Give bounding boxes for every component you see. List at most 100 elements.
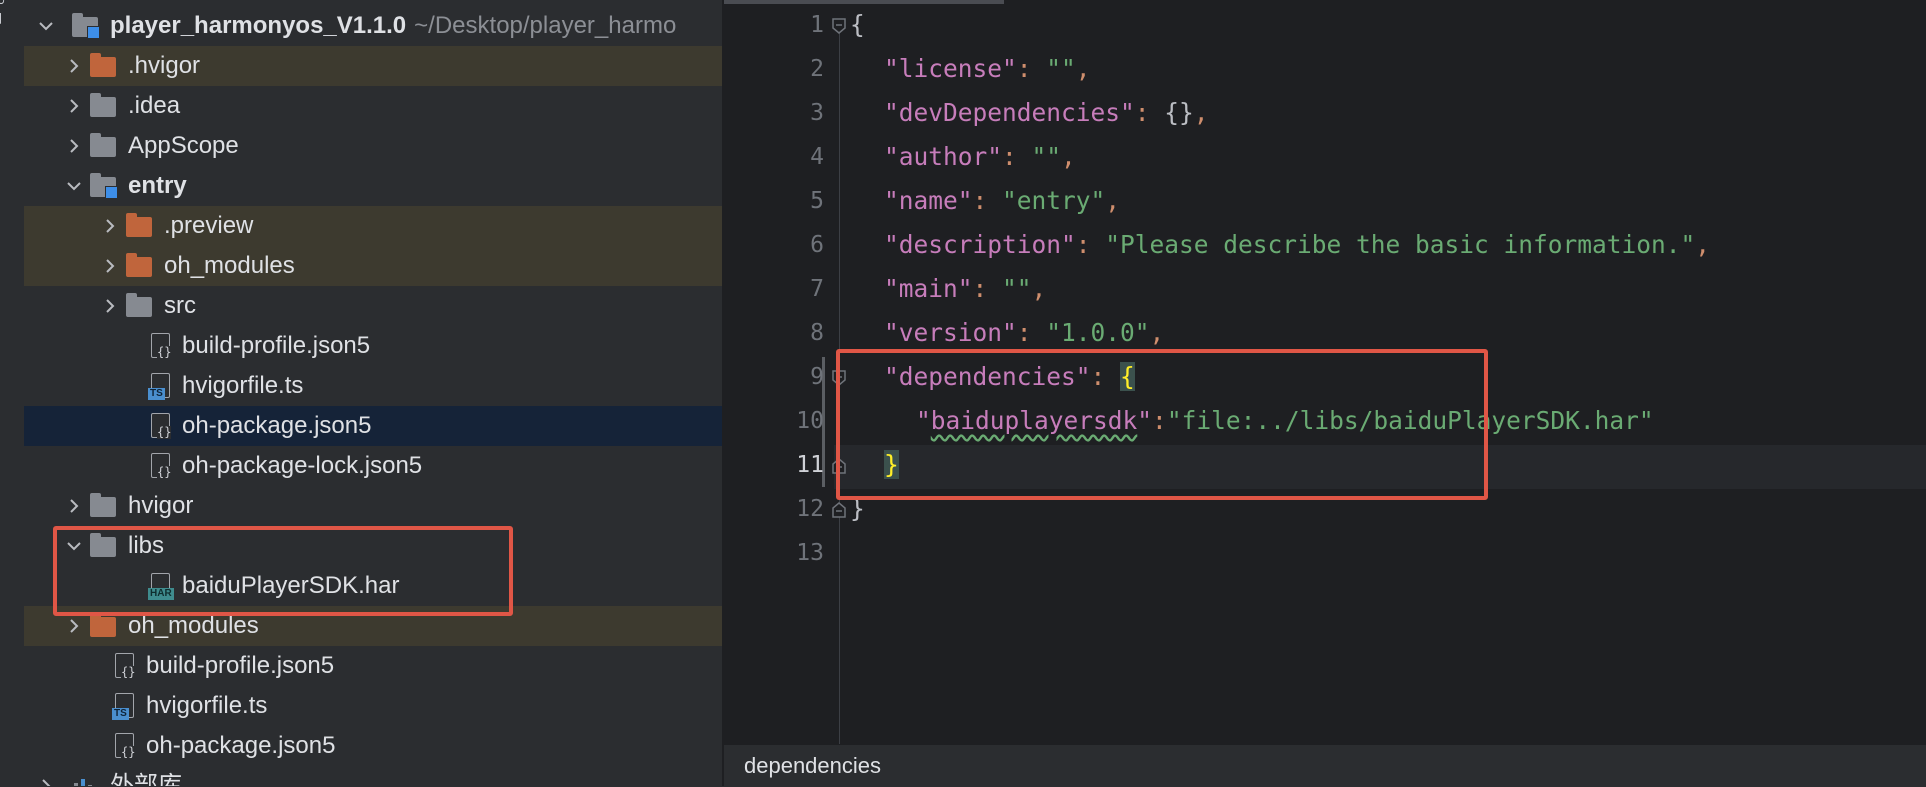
- tree-item-oh-modules[interactable]: oh_modules: [24, 606, 722, 646]
- line-number-gutter: 1 2 3 4 5 6 7 8 9 10 11 12 13: [724, 0, 824, 744]
- tree-item-label: AppScope: [128, 132, 239, 159]
- line-number: 8: [810, 320, 824, 346]
- line-number: 10: [796, 408, 824, 434]
- tree-item-entry-oh-modules[interactable]: oh_modules: [24, 246, 722, 286]
- tree-root[interactable]: player_harmonyos_V1.1.0 ~/Desktop/player_…: [24, 6, 722, 46]
- project-icon[interactable]: ▘: [0, 14, 8, 35]
- har-file-icon: HAR: [148, 573, 174, 600]
- tree-item-entry[interactable]: entry: [24, 166, 722, 206]
- project-path: ~/Desktop/player_harmo: [414, 12, 677, 39]
- tree-item-external-libraries[interactable]: 外部库: [24, 766, 722, 786]
- chevron-down-icon[interactable]: [60, 526, 88, 566]
- code-line-12: }: [850, 494, 865, 523]
- chevron-down-icon[interactable]: [60, 166, 88, 206]
- tree-item-src[interactable]: src: [24, 286, 722, 326]
- tree-item-preview[interactable]: .preview: [24, 206, 722, 246]
- code-line-2: "license": "",: [884, 54, 1091, 83]
- module-folder-icon: [90, 173, 118, 199]
- code-line-1: {: [850, 10, 865, 39]
- fold-end-icon[interactable]: [832, 458, 846, 474]
- json-file-icon: {}: [112, 733, 138, 759]
- line-number: 13: [796, 540, 824, 566]
- excluded-folder-icon: [126, 253, 152, 279]
- fold-collapse-icon[interactable]: [832, 370, 846, 386]
- fold-end-icon[interactable]: [832, 502, 846, 518]
- code-line-4: "author": "",: [884, 142, 1076, 171]
- tree-item-label: entry: [128, 172, 187, 199]
- code-line-9: "dependencies": {: [884, 362, 1135, 391]
- chevron-right-icon[interactable]: [60, 486, 88, 526]
- excluded-folder-icon: [126, 213, 152, 239]
- line-number: 6: [810, 232, 824, 258]
- json-file-icon: {}: [148, 413, 174, 439]
- typescript-file-icon: TS: [148, 373, 174, 400]
- dependency-name: baiduplayersdk: [930, 406, 1138, 435]
- tree-item-hvigorfile[interactable]: TS hvigorfile.ts: [24, 686, 722, 726]
- tree-item-entry-oh-package-lock[interactable]: {} oh-package-lock.json5: [24, 446, 722, 486]
- excluded-folder-icon: [90, 613, 116, 639]
- line-number: 5: [810, 188, 824, 214]
- tree-item-label: oh-package.json5: [146, 732, 336, 759]
- json-file-icon: {}: [112, 653, 138, 679]
- tree-item-idea[interactable]: .idea: [24, 86, 722, 126]
- line-number: 9: [810, 364, 824, 390]
- tree-item-label: hvigorfile.ts: [146, 692, 268, 719]
- json-file-icon: {}: [148, 453, 174, 479]
- tree-item-label: oh_modules: [128, 612, 259, 639]
- code-editor[interactable]: 1 2 3 4 5 6 7 8 9 10 11 12 13 { "license…: [724, 0, 1926, 744]
- code-line-11: }: [884, 450, 899, 479]
- line-number: 12: [796, 496, 824, 522]
- tree-item-label: oh_modules: [164, 252, 295, 279]
- fold-collapse-icon[interactable]: [832, 18, 846, 34]
- json-file-icon: {}: [148, 333, 174, 359]
- tree-item-label: oh-package-lock.json5: [182, 452, 423, 479]
- chevron-right-icon[interactable]: [96, 206, 124, 246]
- chevron-right-icon[interactable]: [60, 86, 88, 126]
- tree-item-baidu-player-sdk[interactable]: HAR baiduPlayerSDK.har: [24, 566, 722, 606]
- code-line-8: "version": "1.0.0",: [884, 318, 1165, 347]
- tree-item-appscope[interactable]: AppScope: [24, 126, 722, 166]
- tree-item-label: hvigor: [128, 492, 194, 519]
- line-number-current: 11: [796, 452, 824, 478]
- excluded-folder-icon: [90, 53, 116, 79]
- tree-item-label: hvigorfile.ts: [182, 372, 304, 399]
- tree-item-build-profile[interactable]: {} build-profile.json5: [24, 646, 722, 686]
- code-line-7: "main": "",: [884, 274, 1047, 303]
- tree-item-hvigor[interactable]: hvigor: [24, 486, 722, 526]
- chevron-right-icon[interactable]: [60, 606, 88, 646]
- module-folder-icon: [72, 13, 100, 39]
- project-tree: player_harmonyos_V1.1.0 ~/Desktop/player_…: [24, 0, 722, 786]
- chevron-right-icon[interactable]: [32, 766, 60, 786]
- tree-item-label: .idea: [128, 92, 181, 119]
- tool-window-strip: ⌕ ▘: [0, 0, 24, 786]
- folder-icon: [90, 133, 116, 159]
- folder-icon: [126, 293, 152, 319]
- code-line-10: "baiduplayersdk":"file:../libs/baiduPlay…: [916, 406, 1654, 435]
- chevron-down-icon[interactable]: [32, 6, 60, 46]
- line-number: 4: [810, 144, 824, 170]
- search-icon[interactable]: ⌕: [0, 0, 6, 11]
- chevron-right-icon[interactable]: [60, 126, 88, 166]
- tree-item-hvigor-cache[interactable]: .hvigor: [24, 46, 722, 86]
- tree-item-oh-package[interactable]: {} oh-package.json5: [24, 726, 722, 766]
- tree-item-label: src: [164, 292, 196, 319]
- library-icon: [72, 776, 98, 786]
- folder-icon: [90, 533, 116, 559]
- tree-item-entry-hvigorfile[interactable]: TS hvigorfile.ts: [24, 366, 722, 406]
- tree-item-entry-oh-package[interactable]: {} oh-package.json5: [24, 406, 722, 446]
- tree-item-label: baiduPlayerSDK.har: [182, 572, 400, 599]
- chevron-right-icon[interactable]: [96, 286, 124, 326]
- typescript-file-icon: TS: [112, 693, 138, 720]
- code-line-3: "devDependencies": {},: [884, 98, 1209, 127]
- tree-item-label: .preview: [164, 212, 254, 239]
- breadcrumb[interactable]: dependencies: [724, 744, 1926, 786]
- tree-item-label: build-profile.json5: [182, 332, 371, 359]
- tree-item-entry-build-profile[interactable]: {} build-profile.json5: [24, 326, 722, 366]
- line-number: 1: [810, 12, 824, 38]
- chevron-right-icon[interactable]: [96, 246, 124, 286]
- tree-item-libs[interactable]: libs: [24, 526, 722, 566]
- tree-item-label: .hvigor: [128, 52, 201, 79]
- breadcrumb-item[interactable]: dependencies: [744, 745, 881, 787]
- chevron-right-icon[interactable]: [60, 46, 88, 86]
- line-number: 7: [810, 276, 824, 302]
